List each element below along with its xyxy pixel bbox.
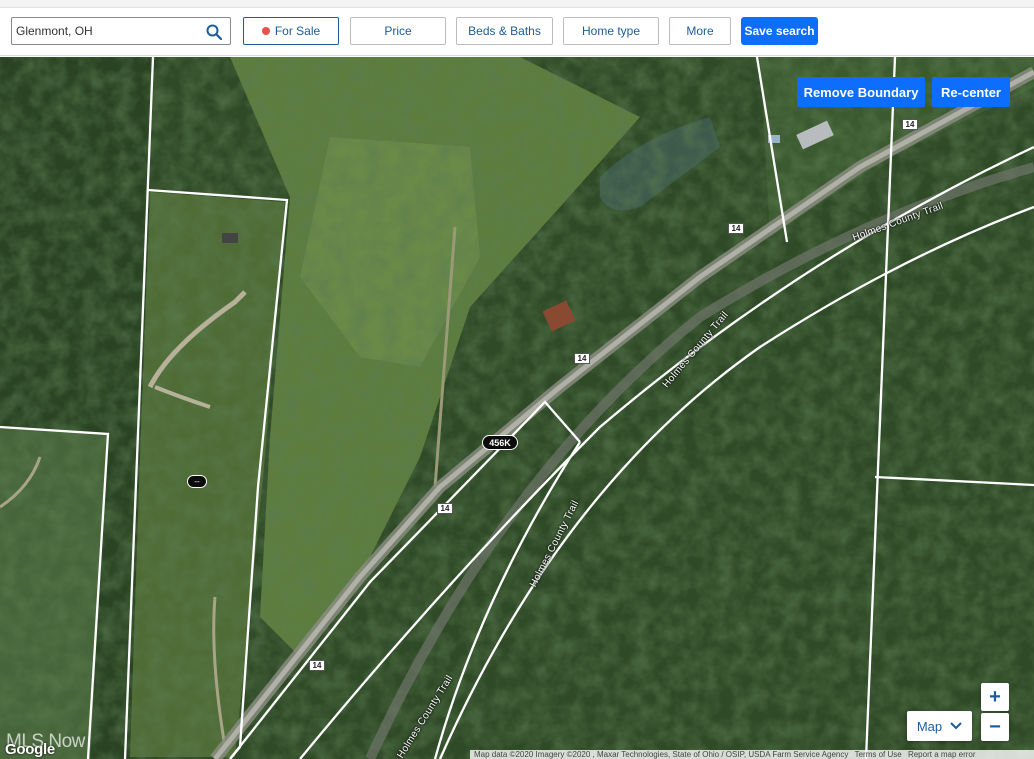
zoom-out-button[interactable]: − xyxy=(981,713,1009,741)
attribution-data: Map data ©2020 Imagery ©2020 , Maxar Tec… xyxy=(474,750,849,759)
route-14-shield: 14 xyxy=(728,223,744,234)
map-type-select[interactable]: Map xyxy=(907,711,972,741)
google-logo: Google xyxy=(5,741,55,758)
route-14-shield: 14 xyxy=(309,660,325,671)
map-attribution: Map data ©2020 Imagery ©2020 , Maxar Tec… xyxy=(470,750,1034,759)
top-toolbar: For Sale Price Beds & Baths Home type Mo… xyxy=(0,0,1034,56)
route-14-shield: 14 xyxy=(574,353,590,364)
search-icon[interactable] xyxy=(206,24,222,40)
search-field[interactable] xyxy=(11,17,231,45)
zoom-in-button[interactable]: + xyxy=(981,683,1009,711)
beds-baths-filter-button[interactable]: Beds & Baths xyxy=(456,17,553,45)
sale-status-dot xyxy=(261,27,270,35)
save-search-button[interactable]: Save search xyxy=(741,17,818,45)
route-14-shield: 14 xyxy=(902,119,918,130)
route-14-shield: 14 xyxy=(437,503,453,514)
more-filter-button[interactable]: More xyxy=(669,17,731,45)
search-input[interactable] xyxy=(16,22,196,40)
map-canvas[interactable]: Holmes County Trail Holmes County Trail … xyxy=(0,57,1034,759)
terms-link[interactable]: Terms of Use xyxy=(855,750,902,759)
price-filter-button[interactable]: Price xyxy=(350,17,446,45)
recenter-button[interactable]: Re-center xyxy=(932,77,1010,107)
remove-boundary-button[interactable]: Remove Boundary xyxy=(797,77,925,107)
for-sale-filter-button[interactable]: For Sale xyxy=(243,17,339,45)
chevron-down-icon xyxy=(950,722,962,730)
listing-price-pin[interactable]: 456K xyxy=(482,435,518,450)
home-type-filter-button[interactable]: Home type xyxy=(563,17,659,45)
satellite-imagery xyxy=(0,57,1034,759)
for-sale-label: For Sale xyxy=(274,24,321,38)
map-type-label: Map xyxy=(916,718,943,734)
report-error-link[interactable]: Report a map error xyxy=(908,750,976,759)
listing-mini-pin[interactable]: -- xyxy=(187,475,207,488)
